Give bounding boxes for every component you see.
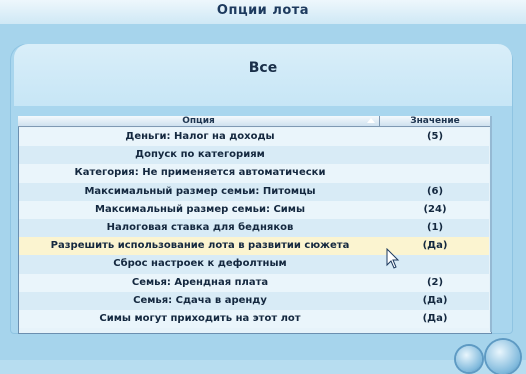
- window-title: Опции лота: [0, 0, 526, 24]
- row-value: (1): [426, 221, 444, 233]
- mouse-cursor-icon: [386, 248, 400, 269]
- table-row[interactable]: Максимальный размер семьи: Симы (24): [19, 200, 489, 219]
- table-row[interactable]: Деньги: Налог на доходы (5): [19, 128, 489, 147]
- row-option: Разрешить использование лота в развитии …: [50, 240, 350, 252]
- column-header-option-label: Опция: [182, 116, 215, 126]
- row-value: (2): [426, 276, 444, 288]
- row-option: Допуск по категориям: [135, 149, 265, 161]
- sort-ascending-icon: [367, 118, 375, 123]
- column-header-value[interactable]: Значение: [380, 116, 490, 127]
- table-row-selected[interactable]: Разрешить использование лота в развитии …: [19, 237, 489, 256]
- table-row[interactable]: Семья: Арендная плата (2): [19, 273, 489, 292]
- row-value: (Да): [422, 294, 448, 306]
- row-value: (24): [423, 203, 447, 215]
- column-header-option[interactable]: Опция: [18, 116, 380, 127]
- table-row[interactable]: Сброс настроек к дефолтным: [19, 255, 489, 274]
- table-scroll-edge: [490, 116, 492, 332]
- row-option: Сброс настроек к дефолтным: [113, 258, 287, 270]
- corner-button-left[interactable]: [456, 346, 482, 372]
- row-option: Максимальный размер семьи: Симы: [95, 203, 305, 215]
- row-value: (Да): [422, 312, 448, 324]
- table-row[interactable]: Максимальный размер семьи: Питомцы (6): [19, 182, 489, 201]
- row-value: (5): [426, 131, 444, 142]
- row-option: Симы могут приходить на этот лот: [99, 312, 301, 324]
- row-option: Налоговая ставка для бедняков: [106, 221, 294, 233]
- table-row[interactable]: Семья: Сдача в аренду (Да): [19, 291, 489, 310]
- row-option: Деньги: Налог на доходы: [125, 131, 275, 142]
- table-row[interactable]: Налоговая ставка для бедняков (1): [19, 218, 489, 238]
- row-value: (6): [426, 185, 444, 197]
- row-option: Категория: Не применяется автоматически: [74, 167, 326, 179]
- corner-button-right[interactable]: [486, 340, 520, 374]
- category-heading: Все: [248, 60, 278, 76]
- row-option: Семья: Арендная плата: [131, 276, 269, 288]
- row-option: Максимальный размер семьи: Питомцы: [84, 185, 316, 197]
- table-row[interactable]: Допуск по категориям: [19, 146, 489, 165]
- row-option: Семья: Сдача в аренду: [133, 294, 267, 306]
- table-row[interactable]: Симы могут приходить на этот лот (Да): [19, 309, 489, 329]
- options-rows: Деньги: Налог на доходы (5) Допуск по кат…: [19, 128, 489, 329]
- table-row[interactable]: Категория: Не применяется автоматически: [19, 164, 489, 183]
- column-header-value-label: Значение: [410, 116, 460, 126]
